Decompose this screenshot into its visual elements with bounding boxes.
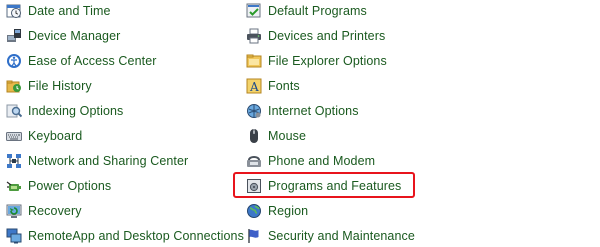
mouse-icon (246, 128, 262, 144)
item-ease-of-access-center[interactable]: Ease of Access Center (6, 50, 157, 72)
item-label: File History (28, 79, 92, 93)
item-label: Ease of Access Center (28, 54, 157, 68)
power-icon (6, 178, 22, 194)
item-label: Phone and Modem (268, 154, 376, 168)
item-label: Recovery (28, 204, 82, 218)
region-icon (246, 203, 262, 219)
item-fonts[interactable]: A Fonts (246, 75, 300, 97)
item-label: Security and Maintenance (268, 229, 415, 243)
item-file-history[interactable]: File History (6, 75, 92, 97)
item-region[interactable]: Region (246, 200, 308, 222)
item-network-and-sharing-center[interactable]: Network and Sharing Center (6, 150, 188, 172)
item-label: Date and Time (28, 4, 111, 18)
item-default-programs[interactable]: Default Programs (246, 0, 367, 22)
printer-icon (246, 28, 262, 44)
item-devices-and-printers[interactable]: Devices and Printers (246, 25, 385, 47)
item-label: Programs and Features (268, 179, 402, 193)
item-remoteapp-and-desktop-connections[interactable]: RemoteApp and Desktop Connections (6, 225, 244, 247)
item-keyboard[interactable]: Keyboard (6, 125, 82, 147)
item-phone-and-modem[interactable]: Phone and Modem (246, 150, 375, 172)
item-recovery[interactable]: Recovery (6, 200, 82, 222)
phone-modem-icon (246, 153, 262, 169)
indexing-icon (6, 103, 22, 119)
item-label: RemoteApp and Desktop Connections (28, 229, 244, 243)
item-label: Internet Options (268, 104, 359, 118)
clock-calendar-icon (6, 3, 22, 19)
default-programs-icon (246, 3, 262, 19)
item-label: Power Options (28, 179, 112, 193)
item-label: Default Programs (268, 4, 367, 18)
device-manager-icon (6, 28, 22, 44)
item-mouse[interactable]: Mouse (246, 125, 306, 147)
item-indexing-options[interactable]: Indexing Options (6, 100, 123, 122)
svg-text:A: A (249, 80, 259, 94)
keyboard-icon (6, 128, 22, 144)
item-internet-options[interactable]: Internet Options (246, 100, 359, 122)
item-security-and-maintenance[interactable]: Security and Maintenance (246, 225, 415, 247)
item-file-explorer-options[interactable]: File Explorer Options (246, 50, 387, 72)
item-label: Network and Sharing Center (28, 154, 189, 168)
network-icon (6, 153, 22, 169)
programs-features-icon (246, 178, 262, 194)
folder-options-icon (246, 53, 262, 69)
recovery-icon (6, 203, 22, 219)
item-label: File Explorer Options (268, 54, 387, 68)
item-label: Region (268, 204, 309, 218)
file-history-icon (6, 78, 22, 94)
security-flag-icon (246, 228, 262, 244)
item-label: Devices and Printers (268, 29, 386, 43)
item-label: Mouse (268, 129, 307, 143)
item-label: Fonts (268, 79, 300, 93)
item-label: Device Manager (28, 29, 121, 43)
remote-desktop-icon (6, 228, 22, 244)
item-programs-and-features[interactable]: Programs and Features (246, 175, 401, 197)
item-label: Indexing Options (28, 104, 124, 118)
item-device-manager[interactable]: Device Manager (6, 25, 120, 47)
item-power-options[interactable]: Power Options (6, 175, 111, 197)
internet-options-icon (246, 103, 262, 119)
item-date-and-time[interactable]: Date and Time (6, 0, 111, 22)
ease-of-access-icon (6, 53, 22, 69)
fonts-icon: A (246, 78, 262, 94)
item-label: Keyboard (28, 129, 83, 143)
